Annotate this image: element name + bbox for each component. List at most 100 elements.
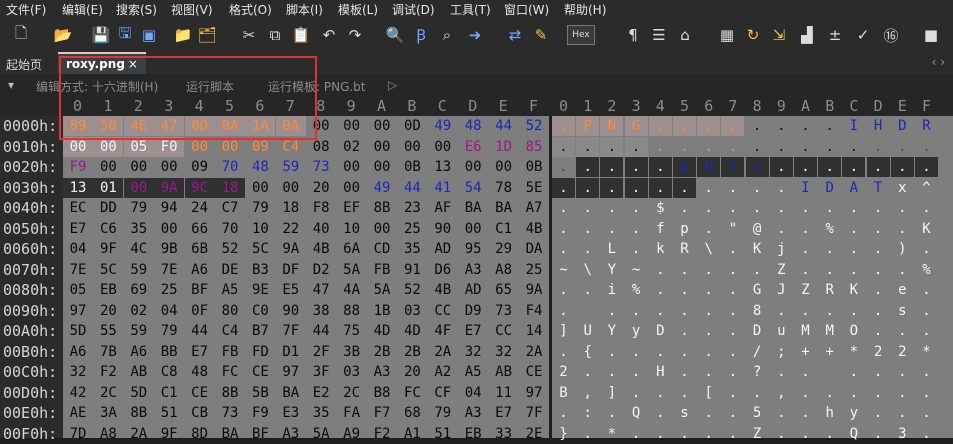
ascii-char[interactable]: . (552, 198, 575, 218)
hex-byte[interactable]: DF (276, 260, 306, 280)
hex-byte[interactable]: BA (276, 383, 306, 403)
ascii-char[interactable]: K (842, 280, 865, 300)
ascii-char[interactable]: R (673, 239, 696, 259)
ascii-char[interactable]: . (576, 198, 599, 218)
hex-byte[interactable]: 51 (428, 424, 458, 444)
hex-byte[interactable]: A6 (124, 342, 154, 362)
hex-byte[interactable]: D6 (428, 260, 458, 280)
hex-byte[interactable]: A5 (458, 362, 488, 382)
ascii-char[interactable]: . (891, 383, 914, 403)
hex-byte[interactable]: 33 (489, 424, 519, 444)
ascii-char[interactable]: . (721, 239, 744, 259)
hex-byte[interactable]: 79 (154, 321, 184, 341)
hex-byte[interactable]: 35 (397, 239, 427, 259)
ascii-char[interactable]: . (576, 239, 599, 259)
ascii-char[interactable]: . (673, 280, 696, 300)
ascii-char[interactable]: . (624, 177, 648, 198)
hex-byte[interactable]: 8B (215, 383, 245, 403)
hex-byte[interactable]: 04 (63, 239, 93, 259)
hex-byte[interactable]: 7D (63, 424, 93, 444)
hex-byte[interactable]: 79 (245, 198, 275, 218)
ascii-char[interactable]: I (794, 178, 817, 198)
ascii-char[interactable]: ] (600, 383, 623, 403)
hex-byte[interactable]: CE (245, 362, 275, 382)
hex-byte[interactable]: 03 (397, 301, 427, 321)
hex-byte[interactable]: DD (93, 198, 123, 218)
ascii-char[interactable]: . (649, 383, 672, 403)
ascii-char[interactable]: . (746, 178, 769, 198)
ascii-char[interactable]: H (649, 362, 672, 382)
ascii-char[interactable]: . (673, 342, 696, 362)
hex-byte[interactable]: 35 (124, 219, 154, 239)
ascii-char[interactable]: . (915, 424, 938, 444)
hex-byte[interactable]: 00 (397, 137, 427, 157)
hex-byte[interactable]: 70 (215, 157, 245, 177)
ascii-char[interactable]: . (600, 157, 624, 177)
hex-byte[interactable]: 8B (124, 403, 154, 423)
ascii-char[interactable]: . (552, 342, 575, 362)
ascii-char[interactable]: . (697, 342, 720, 362)
ascii-char[interactable]: . (770, 424, 793, 444)
hex-byte[interactable]: 0B (519, 157, 549, 177)
highlight-icon[interactable]: ⌂ (674, 24, 696, 46)
ascii-char[interactable]: x (891, 178, 914, 198)
ascii-char[interactable]: . (648, 116, 672, 136)
ascii-char[interactable]: K (915, 219, 938, 239)
ascii-char[interactable]: . (915, 198, 938, 218)
ascii-char[interactable]: H (867, 116, 890, 136)
hex-byte[interactable]: 59 (124, 260, 154, 280)
hex-byte[interactable]: 2E (519, 424, 549, 444)
hex-byte[interactable]: 2B (397, 342, 427, 362)
hex-byte[interactable]: AE (63, 403, 93, 423)
ascii-char[interactable]: . (794, 403, 817, 423)
hex-byte[interactable]: 00 (63, 136, 93, 157)
menu-file[interactable]: 文件(F) (6, 1, 46, 18)
hex-byte[interactable]: CC (489, 321, 519, 341)
ascii-char[interactable]: 2 (867, 342, 890, 362)
hex-byte[interactable]: C7 (215, 198, 245, 218)
ascii-char[interactable]: . (673, 177, 696, 198)
hex-byte[interactable]: CE (519, 362, 549, 382)
hex-byte[interactable]: 42 (63, 383, 93, 403)
ascii-char[interactable]: ~ (552, 260, 575, 280)
ascii-char[interactable]: A (842, 178, 865, 198)
ascii-char[interactable]: . (794, 239, 817, 259)
ascii-char[interactable]: i (600, 280, 623, 300)
ascii-char[interactable]: R (915, 116, 938, 136)
hex-byte[interactable]: 00 (367, 116, 397, 136)
run-script-dropdown[interactable]: 运行脚本 (186, 78, 234, 95)
ascii-char[interactable]: D (818, 178, 841, 198)
ascii-char[interactable]: . (867, 301, 890, 321)
ascii-char[interactable]: . (721, 137, 744, 157)
hex-byte[interactable]: 90 (428, 219, 458, 239)
save-as-icon[interactable]: 🖫 (114, 24, 136, 46)
hex-byte[interactable]: 44 (185, 321, 215, 341)
ascii-char[interactable]: 2 (552, 362, 575, 382)
hex-byte[interactable]: 9A (154, 177, 185, 198)
ascii-char[interactable]: ? (746, 362, 769, 382)
hex-byte[interactable]: 75 (337, 321, 367, 341)
ascii-char[interactable]: O (842, 321, 865, 341)
ascii-char[interactable]: Y (600, 321, 623, 341)
ascii-char[interactable]: . (770, 137, 793, 157)
hex-byte[interactable]: FC (397, 383, 427, 403)
new-file-icon[interactable]: 🗋 (10, 24, 32, 46)
hex-byte[interactable]: A5 (215, 280, 245, 300)
hex-byte[interactable]: BA (215, 424, 245, 444)
hex-byte[interactable]: 8D (185, 424, 215, 444)
hex-byte[interactable]: 7B (93, 342, 123, 362)
ascii-char[interactable]: Z (746, 424, 769, 444)
hex-byte[interactable]: 13 (428, 157, 458, 177)
ascii-char[interactable]: j (770, 239, 793, 259)
ascii-char[interactable]: . (697, 362, 720, 382)
ascii-char[interactable]: . (794, 424, 817, 444)
hex-byte[interactable]: 14 (519, 321, 549, 341)
hex-byte[interactable]: B8 (367, 383, 397, 403)
hex-byte[interactable]: CE (185, 383, 215, 403)
ascii-char[interactable]: . (770, 219, 793, 239)
hex-byte[interactable]: A6 (185, 260, 215, 280)
ascii-char[interactable]: M (818, 321, 841, 341)
hex-byte[interactable]: E2 (306, 383, 336, 403)
hex-byte[interactable]: 2C (337, 383, 367, 403)
hex-byte[interactable]: EB (458, 424, 488, 444)
